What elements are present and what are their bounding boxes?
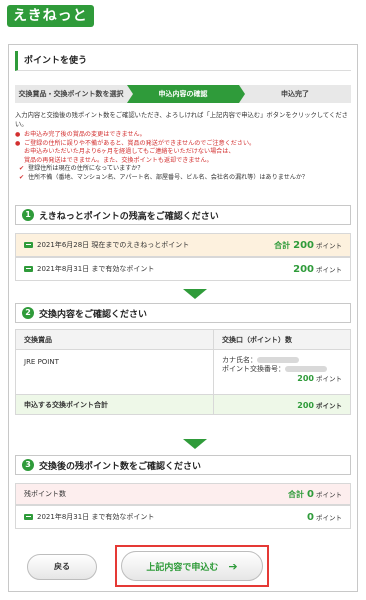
col-points: 交換口（ポイント）数 [222,335,292,344]
valid-until-label: 2021年8月31日 まで有効なポイント [37,265,155,273]
section-title: えきねっとポイントの残高をご確認ください [39,211,219,222]
intro-text: 入力内容と交換後の残ポイント数をご確認いただき、よろしければ「上記内容で申込む」… [15,112,348,128]
check-icon: ✔ [19,165,25,173]
back-button[interactable]: 戻る [27,554,97,580]
points-unit: ポイント [316,491,342,499]
total-points: 200 [293,239,314,251]
table-row: JRE POINT カナ氏名： ポイント交換番号： 200 ポイント [16,350,350,394]
point-card-icon [24,514,33,520]
section-remaining-header: 3 交換後の残ポイント数をご確認ください [15,455,351,475]
balance-date-label: 2021年6月28日 現在までのえきねっとポイント [37,241,190,249]
points-unit: ポイント [316,514,342,522]
table-total-row: 申込する交換ポイント合計 200 ポイント [16,394,350,414]
total-label: 合計 [274,240,291,250]
exchange-points: 200 [297,374,314,383]
alert-icon: ● [15,139,21,147]
top-bar: えきねっと [0,0,366,36]
submit-highlight: 上記内容で申込む ➔ [115,545,269,587]
table-header: 交換賞品 交換口（ポイント）数 [16,330,350,350]
step-number-badge: 2 [22,307,34,319]
masked-value [285,366,327,372]
section-balance-header: 1 えきねっとポイントの残高をご確認ください [15,205,351,225]
step-select: 交換賞品・交換ポイント数を選択 [15,85,133,103]
exchange-number-label: ポイント交換番号： [222,365,285,373]
balance-valid-row: 2021年8月31日 まで有効なポイント 200 ポイント [15,257,351,281]
points-unit: ポイント [316,401,342,410]
arrow-right-icon: ➔ [228,559,238,573]
section-exchange-header: 2 交換内容をご確認ください [15,303,351,323]
step-complete: 申込完了 [239,85,351,103]
col-product: 交換賞品 [16,330,214,349]
step-number-badge: 3 [22,459,34,471]
submit-label: 上記内容で申込む [146,562,219,573]
ekinet-logo[interactable]: えきねっと [7,5,94,27]
exchange-detail: カナ氏名： ポイント交換番号： 200 ポイント [214,350,350,394]
section-title: 交換内容をご確認ください [39,309,148,320]
notice-item: お申込みいただいた月より6ヶ月を経過してもご連絡をいただけない場合は、 [24,148,235,156]
notice-item: ● お申込み完了後の賞品の変更はできません。 [15,131,146,138]
sum-value-cell: 200 ポイント [214,400,350,410]
remaining-total-points: 0 [307,488,314,500]
balance-total-row: 2021年6月28日 現在までのえきねっとポイント 合計 200 ポイント [15,233,351,257]
remaining-total-row: 残ポイント数 合計 0 ポイント [15,483,351,505]
valid-until-label: 2021年8月31日 まで有効なポイント [37,513,155,521]
point-card-icon [24,242,33,248]
progress-steps: 交換賞品・交換ポイント数を選択 申込内容の確認 申込完了 [15,85,351,103]
notice-list: ● お申込み完了後の賞品の変更はできません。 ● ご登録の住所に誤りや不備があると、… [15,131,351,183]
down-arrow-icon [183,439,207,449]
step-label: 交換賞品・交換ポイント数を選択 [18,90,124,98]
checklist-item: ✔ 登録住所は現在の住所になっていますか？ [19,165,144,173]
sum-label: 申込する交換ポイント合計 [16,395,214,414]
step-label: 申込完了 [281,90,309,98]
check-icon: ✔ [19,173,25,181]
step-arrow-icon [239,85,245,103]
notice-item: ● ご登録の住所に誤りや不備があると、賞品の発送ができませんのでご注意ください。 [15,139,256,147]
masked-value [257,357,299,363]
points-unit: ポイント [316,375,342,383]
valid-points: 200 [293,263,314,275]
step-number-badge: 1 [22,209,34,221]
alert-icon: ● [15,131,21,138]
remaining-valid-points: 0 [307,511,314,523]
points-unit: ポイント [316,242,342,250]
main-panel: ポイントを使う 交換賞品・交換ポイント数を選択 申込内容の確認 申込完了 入力内… [8,44,358,592]
total-label: 合計 [288,489,305,499]
points-unit: ポイント [316,266,342,274]
section-title: 交換後の残ポイント数をご確認ください [39,461,202,472]
product-name: JRE POINT [16,350,214,394]
page-title: ポイントを使う [15,51,351,71]
kana-name-label: カナ氏名： [222,356,257,364]
checklist-item: ✔ 住所不備（番地、マンション名、アパート名、部屋番号、ビル名、会社名の漏れ等）は… [19,173,309,181]
submit-button[interactable]: 上記内容で申込む ➔ [121,551,263,581]
remaining-label: 残ポイント数 [24,490,66,498]
exchange-table: 交換賞品 交換口（ポイント）数 JRE POINT カナ氏名： ポイント交換番号… [15,329,351,415]
step-arrow-icon [127,85,133,103]
point-card-icon [24,266,33,272]
remaining-valid-row: 2021年8月31日 まで有効なポイント 0 ポイント [15,505,351,529]
step-label: 申込内容の確認 [158,90,208,98]
step-confirm: 申込内容の確認 [127,85,245,103]
down-arrow-icon [183,289,207,299]
sum-points: 200 [297,400,314,410]
